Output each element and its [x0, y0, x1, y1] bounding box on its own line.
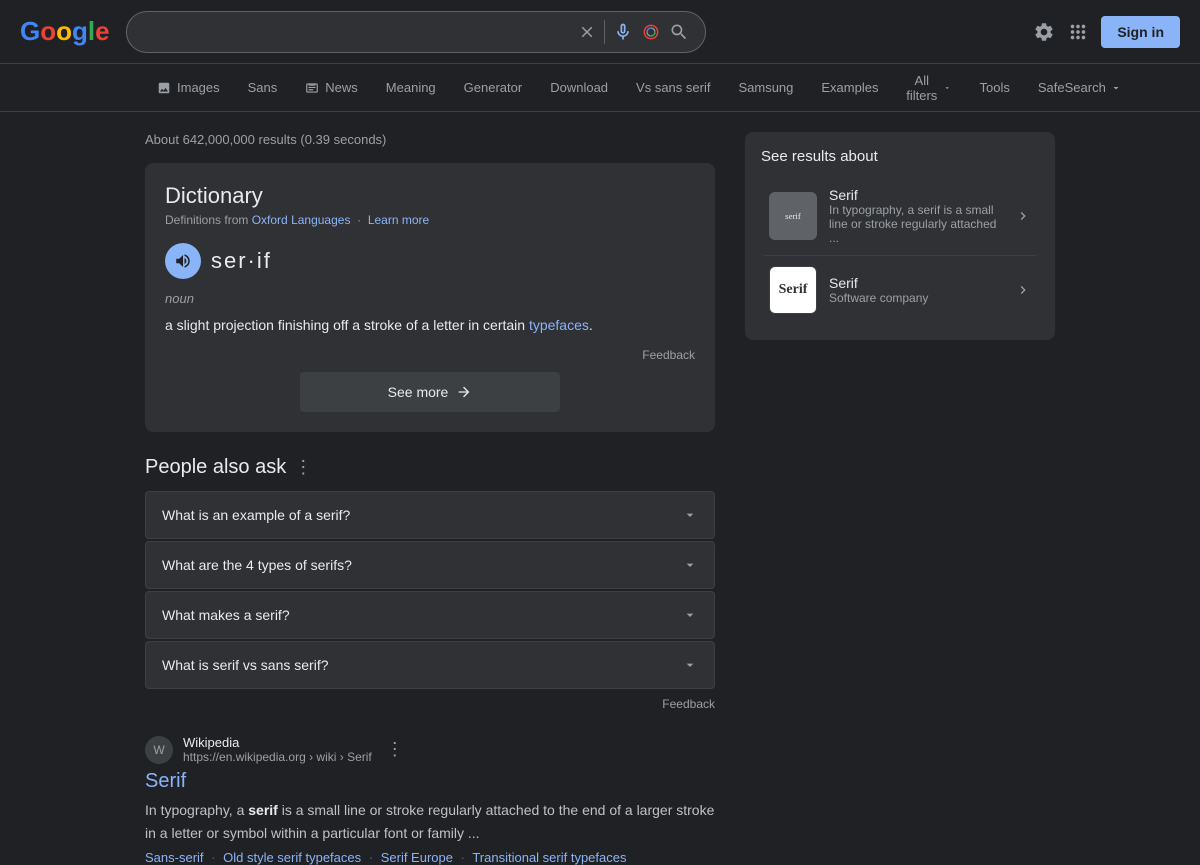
- dictionary-title: Dictionary: [165, 183, 695, 209]
- dictionary-card: Dictionary Definitions from Oxford Langu…: [145, 163, 715, 432]
- paa-chevron-2: [682, 606, 698, 624]
- definition-text: a slight projection finishing off a stro…: [165, 314, 695, 336]
- see-results-card: See results about serif Serif In typogra…: [745, 132, 1055, 340]
- tab-vs-sans-serif[interactable]: Vs sans serif: [624, 72, 722, 103]
- sidebar-item-serif-software[interactable]: Serif Serif Software company: [761, 256, 1039, 324]
- people-also-ask-section: People also ask ⋮ What is an example of …: [145, 456, 715, 711]
- wikipedia-link[interactable]: Serif: [145, 770, 715, 793]
- dictionary-source: Definitions from Oxford Languages · Lear…: [165, 213, 695, 227]
- paa-feedback-row: Feedback: [145, 697, 715, 711]
- wiki-link-old-style[interactable]: Old style serif typefaces: [223, 850, 361, 865]
- see-results-title: See results about: [761, 148, 1039, 165]
- sidebar: See results about serif Serif In typogra…: [745, 132, 1055, 865]
- clear-button[interactable]: [578, 23, 596, 41]
- see-more-button[interactable]: See more: [300, 372, 560, 412]
- sidebar-chevron-0: [1015, 207, 1031, 225]
- tab-meaning[interactable]: Meaning: [374, 72, 448, 103]
- search-bar: serif: [126, 11, 706, 53]
- search-input[interactable]: serif: [143, 23, 570, 41]
- speaker-button[interactable]: [165, 243, 201, 279]
- word-type: noun: [165, 291, 695, 306]
- dictionary-feedback-link[interactable]: Feedback: [642, 348, 695, 362]
- pronunciation-row: ser·if: [165, 243, 695, 279]
- oxford-languages-link[interactable]: Oxford Languages: [252, 213, 351, 227]
- sidebar-name-typography: Serif: [829, 187, 1003, 203]
- tab-generator[interactable]: Generator: [452, 72, 535, 103]
- wiki-url: https://en.wikipedia.org › wiki › Serif: [183, 750, 372, 764]
- paa-menu-button[interactable]: ⋮: [294, 457, 312, 478]
- sidebar-item-serif-typography[interactable]: serif Serif In typography, a serif is a …: [761, 177, 1039, 256]
- all-filters-button[interactable]: All filters: [894, 67, 961, 109]
- voice-search-button[interactable]: [613, 22, 633, 42]
- sign-in-button[interactable]: Sign in: [1101, 16, 1180, 48]
- content-area: About 642,000,000 results (0.39 seconds)…: [0, 112, 1200, 865]
- sidebar-info-software: Serif Software company: [829, 275, 1003, 305]
- google-logo[interactable]: Google: [20, 16, 110, 47]
- tab-sans[interactable]: Sans: [236, 72, 290, 103]
- sidebar-thumb-software: Serif: [769, 266, 817, 314]
- nav-tabs: Images Sans News Meaning Generator Downl…: [0, 64, 1200, 112]
- settings-button[interactable]: [1033, 21, 1055, 43]
- sidebar-sub-typography: In typography, a serif is a small line o…: [829, 203, 1003, 245]
- results-count: About 642,000,000 results (0.39 seconds): [145, 132, 715, 147]
- header: Google serif Sign in: [0, 0, 1200, 64]
- wiki-description: In typography, a serif is a small line o…: [145, 799, 715, 844]
- wiki-link-serif-europe[interactable]: Serif Europe: [381, 850, 453, 865]
- nav-right-controls: All filters Tools SafeSearch: [894, 67, 1131, 109]
- paa-item-1[interactable]: What are the 4 types of serifs?: [145, 541, 715, 589]
- tab-news[interactable]: News: [293, 72, 370, 103]
- wiki-links: Sans-serif · Old style serif typefaces ·…: [145, 850, 715, 865]
- paa-feedback-link[interactable]: Feedback: [662, 697, 715, 711]
- paa-header: People also ask ⋮: [145, 456, 715, 479]
- tools-button[interactable]: Tools: [970, 74, 1020, 101]
- main-content: About 642,000,000 results (0.39 seconds)…: [145, 132, 715, 865]
- paa-chevron-3: [682, 656, 698, 674]
- apps-button[interactable]: [1067, 21, 1089, 43]
- tab-images[interactable]: Images: [145, 72, 232, 103]
- paa-item-3[interactable]: What is serif vs sans serif?: [145, 641, 715, 689]
- wikipedia-result: W Wikipedia https://en.wikipedia.org › w…: [145, 735, 715, 865]
- tab-download[interactable]: Download: [538, 72, 620, 103]
- paa-item-2[interactable]: What makes a serif?: [145, 591, 715, 639]
- tab-samsung[interactable]: Samsung: [726, 72, 805, 103]
- phonetic-text: ser·if: [211, 248, 272, 274]
- wiki-link-transitional[interactable]: Transitional serif typefaces: [472, 850, 626, 865]
- header-right: Sign in: [1033, 16, 1180, 48]
- wiki-link-sans-serif[interactable]: Sans-serif: [145, 850, 204, 865]
- paa-item-0[interactable]: What is an example of a serif?: [145, 491, 715, 539]
- sidebar-info-typography: Serif In typography, a serif is a small …: [829, 187, 1003, 245]
- sidebar-chevron-1: [1015, 281, 1031, 299]
- search-submit-button[interactable]: [669, 22, 689, 42]
- paa-title: People also ask: [145, 456, 286, 479]
- learn-more-link[interactable]: Learn more: [368, 213, 429, 227]
- paa-chevron-0: [682, 506, 698, 524]
- typefaces-link[interactable]: typefaces: [529, 317, 589, 333]
- search-divider: [604, 20, 605, 44]
- lens-button[interactable]: [641, 22, 661, 42]
- safesearch-button[interactable]: SafeSearch: [1028, 74, 1132, 101]
- tab-examples[interactable]: Examples: [809, 72, 890, 103]
- wiki-site-name: Wikipedia: [183, 735, 372, 750]
- sidebar-name-software: Serif: [829, 275, 1003, 291]
- paa-chevron-1: [682, 556, 698, 574]
- sidebar-sub-software: Software company: [829, 291, 1003, 305]
- svg-text:serif: serif: [785, 211, 801, 221]
- sidebar-thumb-typography: serif: [769, 192, 817, 240]
